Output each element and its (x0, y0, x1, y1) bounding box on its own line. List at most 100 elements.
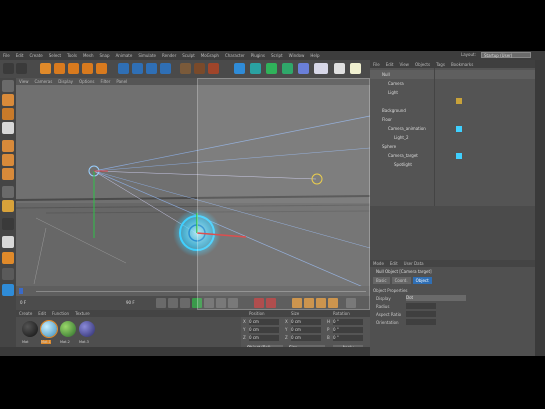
attribute-menu-userdata[interactable]: User Data (401, 261, 427, 266)
spline-icon[interactable] (250, 63, 261, 74)
tab-object[interactable]: Object (412, 277, 432, 284)
radius-field[interactable] (406, 303, 436, 309)
rotation-h-field[interactable]: 0 ° (333, 319, 363, 325)
points-mode-icon[interactable] (2, 140, 14, 152)
z-axis-icon[interactable] (146, 63, 157, 74)
menu-animate[interactable]: Animate (113, 53, 136, 58)
end-frame-field[interactable]: 90 F (126, 300, 135, 305)
list-item[interactable]: Camera (370, 79, 535, 88)
go-to-start-icon[interactable] (156, 298, 166, 308)
rotation-b-field[interactable]: 0 ° (333, 335, 363, 341)
x-axis-icon[interactable] (118, 63, 129, 74)
y-axis-icon[interactable] (132, 63, 143, 74)
menu-snap[interactable]: Snap (96, 53, 112, 58)
move-icon[interactable] (54, 63, 65, 74)
list-item[interactable]: Floor (370, 115, 535, 124)
tweak-mode-icon[interactable] (2, 200, 14, 212)
array-icon[interactable] (282, 63, 293, 74)
sphere-icon[interactable] (2, 284, 14, 296)
aspect-ratio-field[interactable] (406, 311, 436, 317)
workplane-icon[interactable] (2, 122, 14, 134)
list-item[interactable]: Light_2 (370, 133, 535, 142)
object-menu-tags[interactable]: Tags (433, 62, 448, 67)
texture-mode-icon[interactable] (2, 108, 14, 120)
object-menu-objects[interactable]: Objects (412, 62, 433, 67)
menu-create[interactable]: Create (26, 53, 45, 58)
attribute-menu-mode[interactable]: Mode (370, 261, 387, 266)
material-swatch[interactable] (79, 321, 95, 337)
material-swatch[interactable] (60, 321, 76, 337)
display-dropdown[interactable]: Dot (406, 295, 466, 301)
position-y-field[interactable]: 0 cm (249, 327, 279, 333)
material-menu-create[interactable]: Create (16, 311, 35, 316)
position-z-field[interactable]: 0 cm (249, 335, 279, 341)
model-mode-icon[interactable] (2, 94, 14, 106)
cube-icon[interactable] (234, 63, 245, 74)
layout-dropdown[interactable]: Startup (User) (481, 52, 531, 58)
menu-render[interactable]: Render (159, 53, 179, 58)
menu-simulate[interactable]: Simulate (135, 53, 159, 58)
rotation-p-field[interactable]: 0 ° (333, 327, 363, 333)
select-icon[interactable] (40, 63, 51, 74)
make-editable-icon[interactable] (2, 80, 14, 92)
camera-icon[interactable] (334, 63, 345, 74)
scene-icon[interactable] (314, 63, 328, 74)
menu-tools[interactable]: Tools (64, 53, 80, 58)
object-menu-file[interactable]: File (370, 62, 383, 67)
list-item[interactable]: Background (370, 106, 535, 115)
list-item[interactable]: Sphere (370, 142, 535, 151)
orientation-dropdown[interactable] (406, 319, 436, 325)
light-icon[interactable] (350, 63, 361, 74)
menu-help[interactable]: Help (307, 53, 322, 58)
menu-window[interactable]: Window (286, 53, 308, 58)
undo-icon[interactable] (3, 63, 14, 74)
material-menu-texture[interactable]: Texture (72, 311, 93, 316)
redo-icon[interactable] (16, 63, 27, 74)
menu-script[interactable]: Script (268, 53, 286, 58)
coordinate-system-icon[interactable] (160, 63, 171, 74)
position-x-field[interactable]: 0 cm (249, 319, 279, 325)
material-swatch[interactable] (22, 321, 38, 337)
menu-mograph[interactable]: MoGraph (198, 53, 222, 58)
list-item[interactable]: Camera_animation (370, 124, 535, 133)
menu-select[interactable]: Select (46, 53, 64, 58)
attribute-menu-edit[interactable]: Edit (387, 261, 401, 266)
menu-edit[interactable]: Edit (13, 53, 27, 58)
size-z-field[interactable]: 0 cm (291, 335, 321, 341)
snap-icon[interactable] (2, 218, 14, 230)
object-menu-bookmarks[interactable]: Bookmarks (448, 62, 476, 67)
nurbs-icon[interactable] (266, 63, 277, 74)
object-menu-view[interactable]: View (396, 62, 412, 67)
locked-workplane-icon[interactable] (2, 236, 14, 248)
current-frame-marker[interactable] (19, 288, 23, 294)
menu-sculpt[interactable]: Sculpt (179, 53, 198, 58)
material-swatch[interactable] (40, 320, 58, 338)
object-menu-edit[interactable]: Edit (383, 62, 397, 67)
deformer-icon[interactable] (298, 63, 309, 74)
menu-plugins[interactable]: Plugins (248, 53, 268, 58)
scale-icon[interactable] (68, 63, 79, 74)
material-menu-edit[interactable]: Edit (35, 311, 49, 316)
side-tabs[interactable] (535, 60, 545, 356)
rotate-icon[interactable] (82, 63, 93, 74)
render-picture-viewer-icon[interactable] (194, 63, 205, 74)
list-item[interactable]: Spotlight (370, 160, 535, 169)
solo-icon[interactable] (2, 268, 14, 280)
menu-character[interactable]: Character (222, 53, 248, 58)
polygons-mode-icon[interactable] (2, 168, 14, 180)
material-tag-icon[interactable] (456, 153, 462, 159)
start-frame-field[interactable]: 0 F (20, 300, 26, 305)
render-view-icon[interactable] (180, 63, 191, 74)
last-tool-icon[interactable] (96, 63, 107, 74)
menu-file[interactable]: File (0, 53, 13, 58)
size-y-field[interactable]: 0 cm (291, 327, 321, 333)
previous-frame-icon[interactable] (180, 298, 190, 308)
tab-coord[interactable]: Coord. (391, 277, 411, 284)
tab-basic[interactable]: Basic (373, 277, 390, 284)
material-tag-icon[interactable] (456, 126, 462, 132)
edges-mode-icon[interactable] (2, 154, 14, 166)
menu-mesh[interactable]: Mesh (80, 53, 97, 58)
list-item[interactable]: Camera_target (370, 151, 535, 160)
size-x-field[interactable]: 0 cm (291, 319, 321, 325)
previous-key-icon[interactable] (168, 298, 178, 308)
